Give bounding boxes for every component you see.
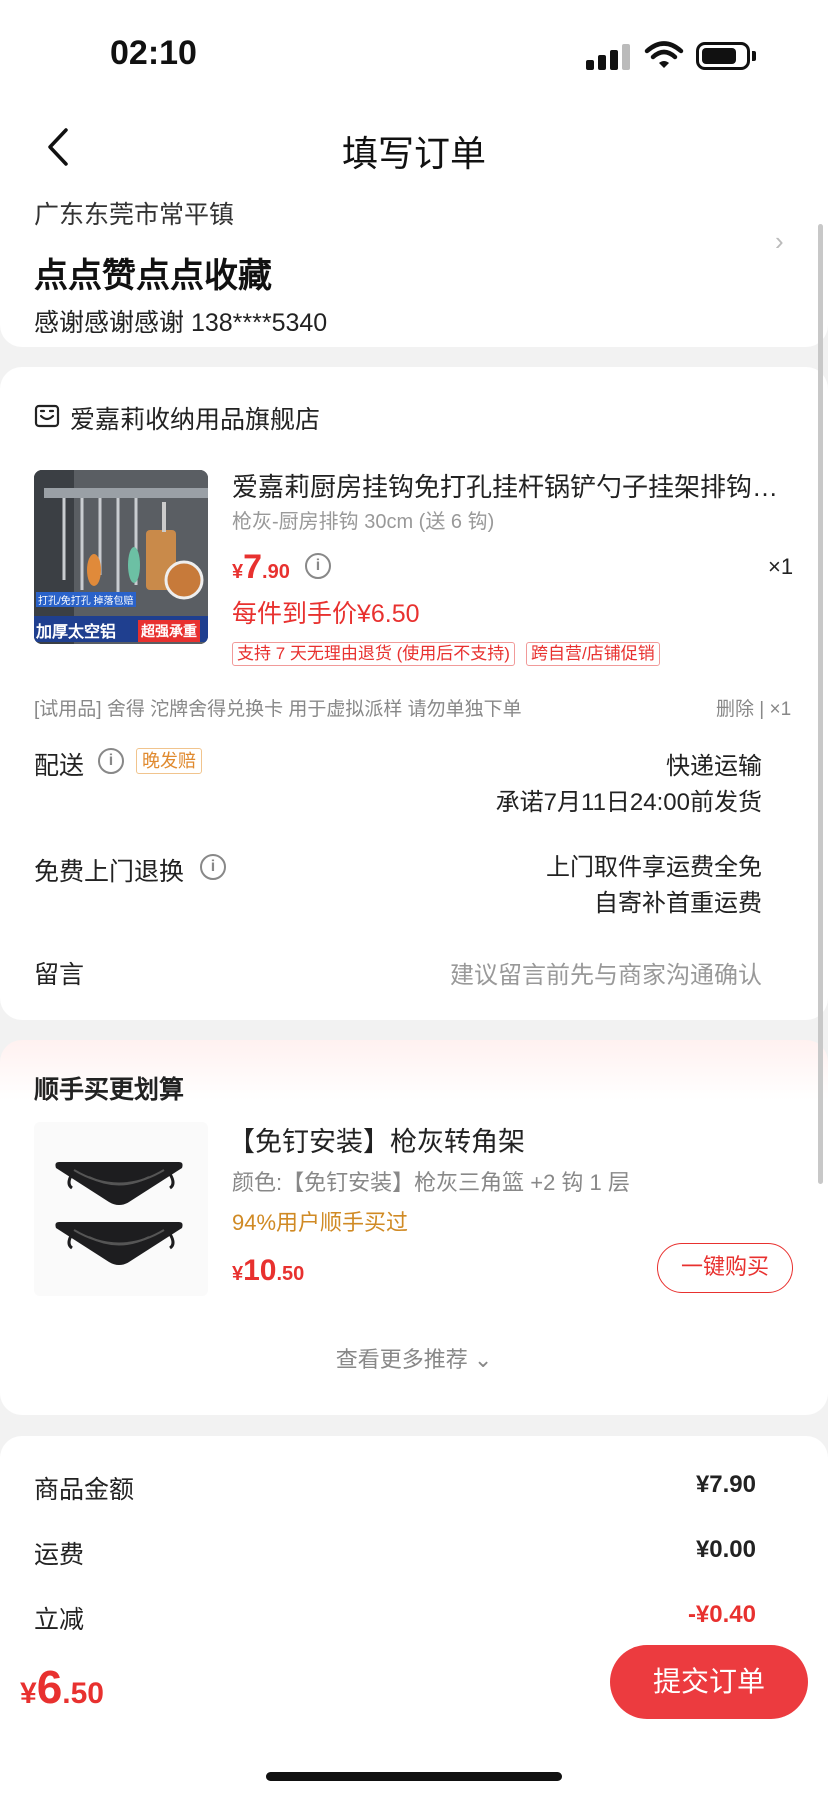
chevron-right-icon[interactable]: › (775, 226, 784, 257)
return-service-line2: 自寄补首重运费 (594, 890, 762, 917)
recommend-image[interactable] (34, 1122, 208, 1296)
final-price-text: 每件到手价¥6.50 (232, 600, 420, 628)
return-info-icon[interactable]: i (200, 854, 226, 880)
submit-order-button[interactable]: 提交订单 (610, 1645, 808, 1719)
gift-delete-button[interactable]: 删除 | ×1 (716, 694, 791, 721)
return-policy-tag: 支持 7 天无理由退货 (使用后不支持) (232, 642, 515, 666)
discount-value: -¥0.40 (687, 1601, 756, 1628)
product-spec[interactable]: 枪灰-厨房排钩 30cm (送 6 钩) (232, 505, 494, 534)
return-service-line1: 上门取件享运费全免 (546, 854, 762, 881)
goods-amount-label: 商品金额 (34, 1476, 135, 1504)
image-caption-main: 加厚太空铝 (36, 624, 117, 641)
return-service-label: 免费上门退换 (34, 858, 185, 886)
recommend-item-name[interactable]: 【免钉安装】枪灰转角架 (228, 1120, 525, 1159)
home-indicator (266, 1772, 562, 1781)
address-region: 广东东莞市常平镇 (34, 201, 235, 229)
delivery-method[interactable]: 快递运输 (666, 746, 762, 781)
store-icon (34, 404, 60, 428)
image-caption-badge: 超强承重 (138, 620, 200, 642)
product-quantity: ×1 (768, 554, 794, 579)
total-price: ¥6.50 (20, 1661, 104, 1713)
product-image[interactable]: 打孔/免打孔 掉落包赔 加厚太空铝 超强承重 (34, 470, 208, 644)
scrollbar[interactable] (818, 224, 823, 1184)
recommend-title: 顺手买更划算 (34, 1076, 185, 1104)
product-title[interactable]: 爱嘉莉厨房挂钩免打孔挂杆锅铲勺子挂架排钩壁挂件 (232, 467, 798, 504)
shipping-label: 运费 (34, 1541, 85, 1569)
delivery-promise: 承诺7月11日24:00前发货 (495, 789, 762, 816)
image-caption-small: 打孔/免打孔 掉落包赔 (36, 592, 136, 607)
recommend-item-bought: 94%用户顺手买过 (232, 1210, 409, 1235)
shipping-value: ¥0.00 (695, 1536, 756, 1563)
address-contact: 感谢感谢感谢 138****5340 (34, 309, 328, 337)
product-price: ¥7.90 (232, 548, 290, 586)
gift-row: [试用品] 舍得 沱牌舍得兑换卡 用于虚拟派样 请勿单独下单 (34, 699, 522, 720)
remark-input[interactable]: 建议留言前先与商家沟通确认 (450, 955, 762, 990)
status-time: 02:10 (110, 34, 197, 72)
goods-amount-value: ¥7.90 (695, 1471, 756, 1498)
delivery-label: 配送 (34, 752, 85, 780)
promotion-tag: 跨自营/店铺促销 (526, 642, 660, 666)
battery-icon (696, 42, 756, 70)
store-name[interactable]: 爱嘉莉收纳用品旗舰店 (70, 400, 320, 436)
remark-label: 留言 (34, 961, 85, 989)
recommend-item-price: ¥10.50 (232, 1254, 305, 1287)
price-info-icon[interactable]: i (305, 553, 331, 579)
recommend-item-spec: 颜色:【免钉安装】枪灰三角篮 +2 钩 1 层 (232, 1170, 630, 1195)
cellular-signal-icon (586, 44, 630, 70)
late-compensation-tag: 晚发赔 (136, 748, 202, 774)
address-detail: 点点赞点点收藏 (34, 257, 272, 295)
delivery-info-icon[interactable]: i (98, 748, 124, 774)
page-title: 填写订单 (341, 133, 486, 174)
more-recommend-button[interactable]: 查看更多推荐 ⌄ (0, 1342, 828, 1374)
wifi-icon (644, 41, 684, 68)
one-click-buy-button[interactable]: 一键购买 (657, 1243, 793, 1293)
